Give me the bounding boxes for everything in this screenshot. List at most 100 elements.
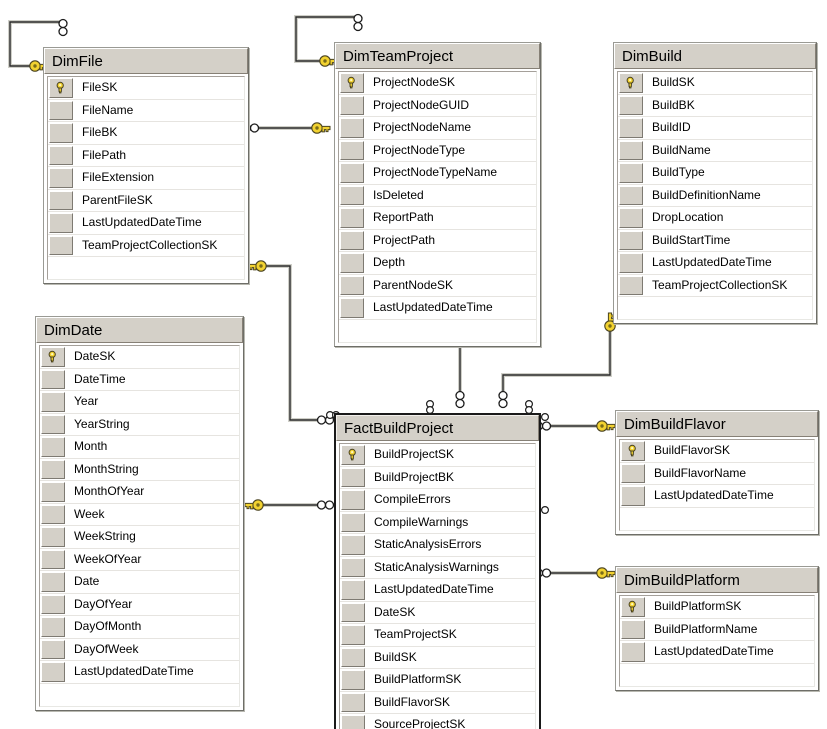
column-row[interactable]: BuildID bbox=[618, 117, 812, 140]
column-selector-gutter[interactable] bbox=[619, 230, 643, 250]
entity-empty-row-area[interactable] bbox=[620, 663, 814, 686]
entity-table-dimbuild[interactable]: DimBuild BuildSK BuildBK BuildID BuildName Bu… bbox=[613, 42, 817, 324]
column-selector-gutter[interactable] bbox=[340, 230, 364, 250]
column-selector-gutter[interactable] bbox=[619, 163, 643, 183]
column-row[interactable]: BuildPlatformSK bbox=[340, 669, 535, 692]
entity-title-dimteamproject[interactable]: DimTeamProject bbox=[335, 43, 540, 69]
column-selector-gutter[interactable] bbox=[341, 535, 365, 555]
column-row[interactable]: Depth bbox=[339, 252, 536, 275]
column-selector-gutter[interactable] bbox=[619, 253, 643, 273]
column-selector-gutter[interactable] bbox=[619, 208, 643, 228]
column-row[interactable]: ParentNodeSK bbox=[339, 274, 536, 297]
column-selector-gutter[interactable] bbox=[341, 557, 365, 577]
column-row[interactable]: SourceProjectSK bbox=[340, 714, 535, 729]
column-row[interactable]: BuildBK bbox=[618, 94, 812, 117]
column-selector-gutter[interactable] bbox=[341, 512, 365, 532]
column-selector-gutter[interactable] bbox=[49, 235, 73, 255]
primary-key-icon[interactable] bbox=[341, 445, 365, 465]
column-selector-gutter[interactable] bbox=[41, 527, 65, 547]
column-row[interactable]: DateSK bbox=[40, 346, 239, 369]
column-row[interactable]: FilePath bbox=[48, 144, 244, 167]
column-row[interactable]: BuildProjectSK bbox=[340, 444, 535, 467]
column-row[interactable]: LastUpdatedDateTime bbox=[48, 212, 244, 235]
entity-table-dimteamproject[interactable]: DimTeamProject ProjectNodeSK ProjectNodeGU… bbox=[334, 42, 541, 347]
column-row[interactable]: DayOfWeek bbox=[40, 638, 239, 661]
column-row[interactable]: ProjectNodeType bbox=[339, 139, 536, 162]
column-selector-gutter[interactable] bbox=[41, 459, 65, 479]
column-row[interactable]: BuildFlavorSK bbox=[340, 691, 535, 714]
column-selector-gutter[interactable] bbox=[41, 392, 65, 412]
column-selector-gutter[interactable] bbox=[341, 580, 365, 600]
entity-empty-row-area[interactable] bbox=[40, 683, 239, 706]
column-row[interactable]: LastUpdatedDateTime bbox=[618, 252, 812, 275]
column-row[interactable]: Year bbox=[40, 391, 239, 414]
column-row[interactable]: BuildSK bbox=[340, 646, 535, 669]
column-row[interactable]: BuildStartTime bbox=[618, 229, 812, 252]
column-selector-gutter[interactable] bbox=[41, 437, 65, 457]
column-selector-gutter[interactable] bbox=[341, 670, 365, 690]
column-row[interactable]: BuildFlavorName bbox=[620, 462, 814, 485]
column-row[interactable]: DayOfYear bbox=[40, 593, 239, 616]
column-row[interactable]: BuildType bbox=[618, 162, 812, 185]
column-row[interactable]: BuildPlatformSK bbox=[620, 596, 814, 619]
column-row[interactable]: ParentFileSK bbox=[48, 189, 244, 212]
primary-key-icon[interactable] bbox=[49, 78, 73, 98]
relationship-dimdate-factbuildproject[interactable] bbox=[244, 499, 335, 511]
column-row[interactable]: DateTime bbox=[40, 368, 239, 391]
column-selector-gutter[interactable] bbox=[340, 140, 364, 160]
column-row[interactable]: StaticAnalysisErrors bbox=[340, 534, 535, 557]
primary-key-icon[interactable] bbox=[619, 73, 643, 93]
column-row[interactable]: ReportPath bbox=[339, 207, 536, 230]
column-row[interactable]: TeamProjectCollectionSK bbox=[48, 234, 244, 257]
column-row[interactable]: BuildSK bbox=[618, 72, 812, 95]
column-row[interactable]: YearString bbox=[40, 413, 239, 436]
relationship-dimbuildplatform-factbuildproject[interactable] bbox=[533, 567, 616, 579]
column-selector-gutter[interactable] bbox=[341, 625, 365, 645]
column-row[interactable]: StaticAnalysisWarnings bbox=[340, 556, 535, 579]
entity-title-dimfile[interactable]: DimFile bbox=[44, 48, 248, 74]
column-row[interactable]: BuildDefinitionName bbox=[618, 184, 812, 207]
column-selector-gutter[interactable] bbox=[340, 118, 364, 138]
column-row[interactable]: ProjectNodeName bbox=[339, 117, 536, 140]
column-selector-gutter[interactable] bbox=[619, 140, 643, 160]
column-row[interactable]: FileSK bbox=[48, 77, 244, 100]
entity-title-dimbuildplatform[interactable]: DimBuildPlatform bbox=[616, 567, 818, 593]
column-selector-gutter[interactable] bbox=[619, 275, 643, 295]
column-row[interactable]: LastUpdatedDateTime bbox=[340, 579, 535, 602]
column-row[interactable]: DateSK bbox=[340, 601, 535, 624]
entity-empty-row-area[interactable] bbox=[339, 319, 536, 342]
column-selector-gutter[interactable] bbox=[340, 95, 364, 115]
column-selector-gutter[interactable] bbox=[340, 208, 364, 228]
column-selector-gutter[interactable] bbox=[341, 715, 365, 729]
column-row[interactable]: BuildFlavorSK bbox=[620, 440, 814, 463]
entity-title-dimbuild[interactable]: DimBuild bbox=[614, 43, 816, 69]
column-selector-gutter[interactable] bbox=[41, 639, 65, 659]
column-row[interactable]: LastUpdatedDateTime bbox=[339, 297, 536, 320]
entity-table-dimdate[interactable]: DimDate DateSK DateTime Year YearString Month… bbox=[35, 316, 244, 711]
column-row[interactable]: WeekOfYear bbox=[40, 548, 239, 571]
column-selector-gutter[interactable] bbox=[341, 467, 365, 487]
column-selector-gutter[interactable] bbox=[619, 185, 643, 205]
column-row[interactable]: Date bbox=[40, 571, 239, 594]
column-selector-gutter[interactable] bbox=[341, 647, 365, 667]
column-selector-gutter[interactable] bbox=[41, 617, 65, 637]
column-row[interactable]: BuildName bbox=[618, 139, 812, 162]
column-row[interactable]: LastUpdatedDateTime bbox=[620, 485, 814, 508]
column-selector-gutter[interactable] bbox=[41, 369, 65, 389]
column-row[interactable]: MonthString bbox=[40, 458, 239, 481]
entity-empty-row-area[interactable] bbox=[48, 257, 244, 279]
column-selector-gutter[interactable] bbox=[49, 168, 73, 188]
primary-key-icon[interactable] bbox=[340, 73, 364, 93]
column-row[interactable]: ProjectNodeGUID bbox=[339, 94, 536, 117]
column-row[interactable]: CompileWarnings bbox=[340, 511, 535, 534]
column-selector-gutter[interactable] bbox=[340, 275, 364, 295]
column-row[interactable]: LastUpdatedDateTime bbox=[620, 641, 814, 664]
column-selector-gutter[interactable] bbox=[619, 118, 643, 138]
column-row[interactable]: IsDeleted bbox=[339, 184, 536, 207]
column-row[interactable]: ProjectNodeTypeName bbox=[339, 162, 536, 185]
relationship-dimteamproject-dimfile[interactable] bbox=[241, 122, 331, 134]
entity-title-dimbuildflavor[interactable]: DimBuildFlavor bbox=[616, 411, 818, 437]
column-selector-gutter[interactable] bbox=[41, 594, 65, 614]
database-diagram-canvas[interactable]: DimFile FileSK FileName FileBK FilePath FileE… bbox=[0, 0, 827, 729]
column-row[interactable]: ProjectNodeSK bbox=[339, 72, 536, 95]
